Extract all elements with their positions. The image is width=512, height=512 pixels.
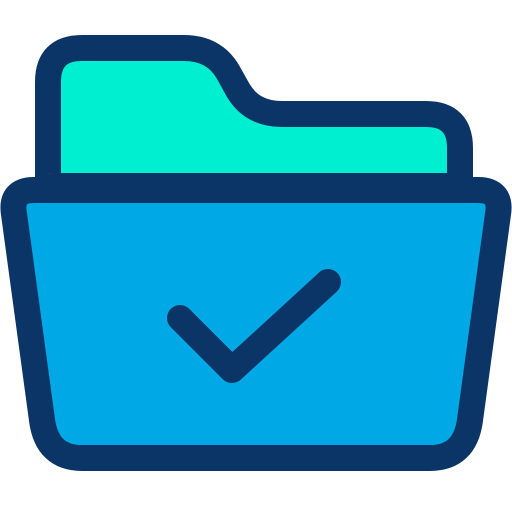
folder-front-panel (0, 177, 512, 471)
folder-check-icon (0, 35, 512, 471)
icon-canvas (0, 0, 512, 512)
folder-back-panel (35, 35, 473, 199)
